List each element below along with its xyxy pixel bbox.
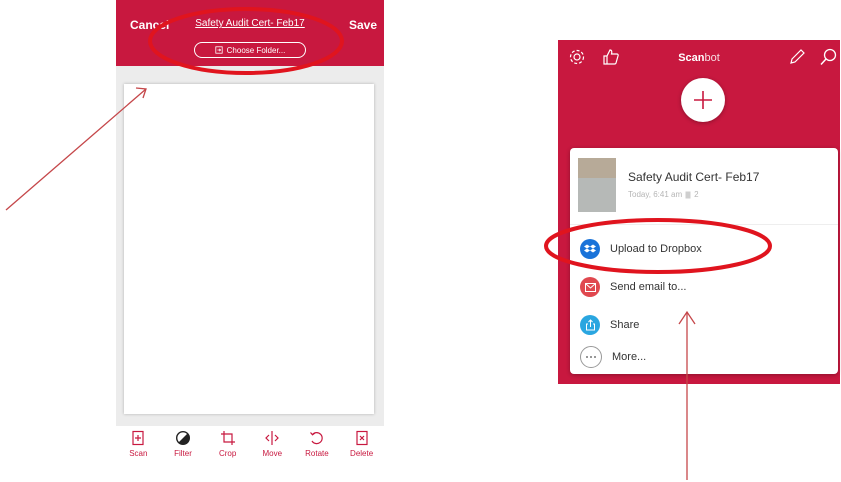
send-email-action[interactable]: Send email to... <box>580 268 830 306</box>
home-screen: Scanbot Safety Audit Cert- Feb17 Today, … <box>558 40 840 390</box>
document-title[interactable]: Safety Audit Cert- Feb17 <box>116 18 384 29</box>
toolbar-filter[interactable]: Filter <box>163 430 203 470</box>
folder-import-icon <box>215 46 223 54</box>
toolbar-crop[interactable]: Crop <box>208 430 248 470</box>
document-meta: Today, 6:41 am 2 <box>628 190 699 199</box>
toolbar-move-label: Move <box>262 449 283 458</box>
upload-dropbox-action[interactable]: Upload to Dropbox <box>580 230 830 268</box>
upload-dropbox-label: Upload to Dropbox <box>610 243 702 255</box>
scan-plus-icon <box>132 430 144 446</box>
toolbar-move[interactable]: Move <box>252 430 292 470</box>
document-thumbnail[interactable] <box>578 158 616 212</box>
app-title-light: bot <box>704 52 720 64</box>
document-name[interactable]: Safety Audit Cert- Feb17 <box>628 170 759 184</box>
edit-toolbar: Scan Filter Crop Move Rotate Delete <box>116 430 384 470</box>
pencil-icon[interactable] <box>788 48 806 66</box>
crop-icon <box>220 431 235 445</box>
more-action[interactable]: More... <box>580 338 830 376</box>
share-icon <box>580 315 600 335</box>
email-icon <box>580 277 600 297</box>
share-label: Share <box>610 319 640 331</box>
delete-icon <box>356 430 368 446</box>
search-icon[interactable] <box>820 48 838 66</box>
document-date: Today, 6:41 am <box>628 190 683 199</box>
send-email-label: Send email to... <box>610 281 687 293</box>
more-icon <box>580 346 602 368</box>
filter-icon <box>175 430 190 446</box>
save-button[interactable]: Save <box>349 18 377 32</box>
toolbar-filter-label: Filter <box>174 449 192 458</box>
more-label: More... <box>612 351 647 363</box>
app-title-bold: Scan <box>678 52 705 64</box>
edit-header: Cancel Safety Audit Cert- Feb17 Save Cho… <box>116 0 384 66</box>
choose-folder-button[interactable]: Choose Folder... <box>194 42 306 58</box>
page-count: 2 <box>694 190 699 199</box>
toolbar-scan-label: Scan <box>129 449 148 458</box>
rotate-icon <box>310 432 323 445</box>
scan-canvas <box>116 66 384 426</box>
edit-screen: Cancel Safety Audit Cert- Feb17 Save Cho… <box>116 0 384 482</box>
toolbar-scan[interactable]: Scan <box>118 430 158 470</box>
plus-icon <box>694 91 712 109</box>
toolbar-rotate[interactable]: Rotate <box>297 430 337 470</box>
toolbar-delete-label: Delete <box>350 449 374 458</box>
pages-icon <box>685 191 691 198</box>
add-scan-button[interactable] <box>681 78 725 122</box>
toolbar-delete[interactable]: Delete <box>342 430 382 470</box>
move-icon <box>265 431 280 445</box>
toolbar-crop-label: Crop <box>218 449 237 458</box>
document-card: Safety Audit Cert- Feb17 Today, 6:41 am … <box>570 148 838 374</box>
toolbar-rotate-label: Rotate <box>305 449 329 458</box>
scanned-page[interactable] <box>124 84 374 414</box>
choose-folder-label: Choose Folder... <box>226 45 286 55</box>
dropbox-icon <box>580 239 600 259</box>
card-divider <box>570 224 838 225</box>
